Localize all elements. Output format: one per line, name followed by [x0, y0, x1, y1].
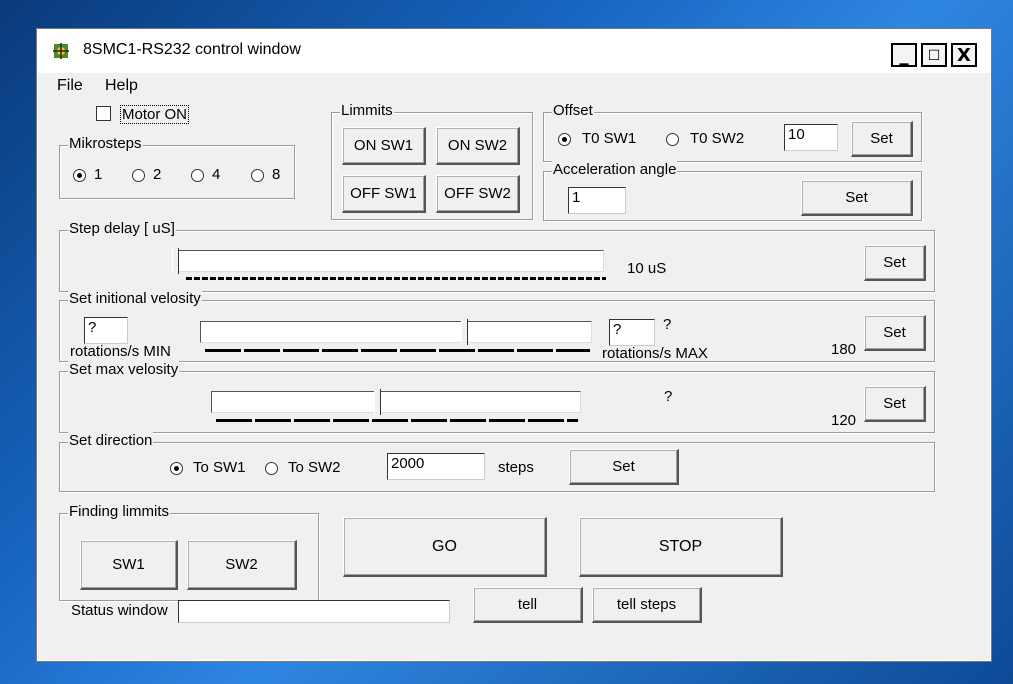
mikrostep-label-1: 1 [94, 166, 103, 183]
menu-help[interactable]: Help [105, 77, 138, 95]
direction-legend: Set direction [68, 432, 154, 449]
menu-file[interactable]: File [57, 77, 83, 95]
acceleration-legend: Acceleration angle [552, 161, 678, 178]
direction-set-button[interactable]: Set [569, 449, 679, 485]
status-window-field[interactable] [178, 600, 450, 623]
mikrostep-radio-4[interactable] [191, 169, 204, 182]
init-velocity-slider-thumb[interactable] [461, 319, 469, 345]
max-velocity-legend: Set max velosity [68, 361, 180, 378]
init-velocity-ticks [205, 349, 590, 352]
finding-limmits-legend: Finding limmits [68, 503, 171, 520]
title-bar[interactable]: 8SMC1-RS232 control window _ ☐ X [37, 29, 991, 73]
init-velocity-max-label: rotations/s MAX [602, 345, 708, 362]
find-sw2-button[interactable]: SW2 [187, 540, 297, 590]
init-velocity-value: 180 [831, 341, 857, 358]
offset-radio-t0sw1[interactable] [558, 133, 571, 146]
mikrostep-radio-2[interactable] [132, 169, 145, 182]
close-button[interactable]: X [951, 43, 977, 67]
max-velocity-slider[interactable] [211, 391, 581, 413]
limmits-legend: Limmits [340, 102, 394, 119]
max-velocity-question: ? [664, 388, 673, 405]
mikrostep-label-8: 8 [272, 166, 281, 183]
menu-bar: File Help [37, 73, 991, 97]
init-velocity-question: ? [663, 316, 672, 333]
offset-label-t0sw2: T0 SW2 [690, 130, 745, 147]
go-button[interactable]: GO [343, 517, 547, 577]
init-velocity-set-button[interactable]: Set [864, 315, 926, 351]
control-window: 8SMC1-RS232 control window _ ☐ X File He… [36, 28, 992, 662]
on-sw2-button[interactable]: ON SW2 [436, 127, 520, 165]
direction-radio-to-sw1[interactable] [170, 462, 183, 475]
window-title: 8SMC1-RS232 control window [83, 41, 301, 58]
mikrosteps-legend: Mikrosteps [68, 135, 143, 152]
init-velocity-min-input[interactable]: ? [84, 317, 128, 344]
tell-button[interactable]: tell [473, 587, 583, 623]
offset-input[interactable]: 10 [784, 124, 838, 151]
acceleration-set-button[interactable]: Set [801, 180, 913, 216]
init-velocity-max-input[interactable]: ? [609, 319, 655, 346]
step-delay-ticks [186, 277, 606, 280]
direction-radio-to-sw2[interactable] [265, 462, 278, 475]
motor-on-checkbox[interactable] [96, 106, 111, 121]
step-delay-value: 10 uS [627, 260, 667, 277]
mikrostep-label-4: 4 [212, 166, 221, 183]
max-velocity-group: Set max velosity ? 120 Set [59, 361, 935, 433]
finding-limmits-group: Finding limmits SW1 SW2 [59, 503, 319, 601]
mikrostep-radio-8[interactable] [251, 169, 264, 182]
max-velocity-set-button[interactable]: Set [864, 386, 926, 422]
init-velocity-group: Set initional velosity ? rotations/s MIN… [59, 290, 935, 362]
init-velocity-legend: Set initional velosity [68, 290, 202, 307]
limmits-group: Limmits ON SW1 ON SW2 OFF SW1 OFF SW2 [331, 102, 533, 220]
acceleration-input[interactable]: 1 [568, 187, 626, 214]
max-velocity-slider-thumb[interactable] [373, 389, 381, 415]
step-delay-set-button[interactable]: Set [864, 245, 926, 281]
find-sw1-button[interactable]: SW1 [80, 540, 178, 590]
acceleration-group: Acceleration angle 1 Set [543, 161, 922, 221]
direction-steps-label: steps [498, 459, 534, 476]
off-sw2-button[interactable]: OFF SW2 [436, 175, 520, 213]
offset-radio-t0sw2[interactable] [666, 133, 679, 146]
max-velocity-value: 120 [831, 412, 857, 429]
off-sw1-button[interactable]: OFF SW1 [342, 175, 426, 213]
max-velocity-ticks [216, 419, 578, 422]
offset-group: Offset T0 SW1 T0 SW2 10 Set [543, 102, 922, 162]
direction-steps-input[interactable]: 2000 [387, 453, 485, 480]
init-velocity-slider[interactable] [200, 321, 592, 343]
tell-steps-button[interactable]: tell steps [592, 587, 702, 623]
offset-legend: Offset [552, 102, 594, 119]
on-sw1-button[interactable]: ON SW1 [342, 127, 426, 165]
step-delay-slider[interactable] [172, 250, 604, 272]
mikrostep-radio-1[interactable] [73, 169, 86, 182]
direction-group: Set direction To SW1 To SW2 2000 steps S… [59, 432, 935, 492]
minimize-button[interactable]: _ [891, 43, 917, 67]
step-delay-slider-thumb[interactable] [172, 248, 179, 274]
status-window-label: Status window [71, 602, 168, 619]
direction-label-to-sw1: To SW1 [193, 459, 246, 476]
offset-label-t0sw1: T0 SW1 [582, 130, 637, 147]
step-delay-group: Step delay [ uS] 10 uS Set [59, 220, 935, 292]
motor-on-label: Motor ON [120, 105, 190, 124]
app-icon [53, 43, 69, 59]
direction-label-to-sw2: To SW2 [288, 459, 341, 476]
mikrosteps-group: Mikrosteps 1 2 4 8 [59, 135, 295, 199]
init-velocity-min-label: rotations/s MIN [70, 343, 171, 360]
stop-button[interactable]: STOP [579, 517, 783, 577]
mikrostep-label-2: 2 [153, 166, 162, 183]
step-delay-legend: Step delay [ uS] [68, 220, 176, 237]
maximize-button[interactable]: ☐ [921, 43, 947, 67]
offset-set-button[interactable]: Set [851, 121, 913, 157]
